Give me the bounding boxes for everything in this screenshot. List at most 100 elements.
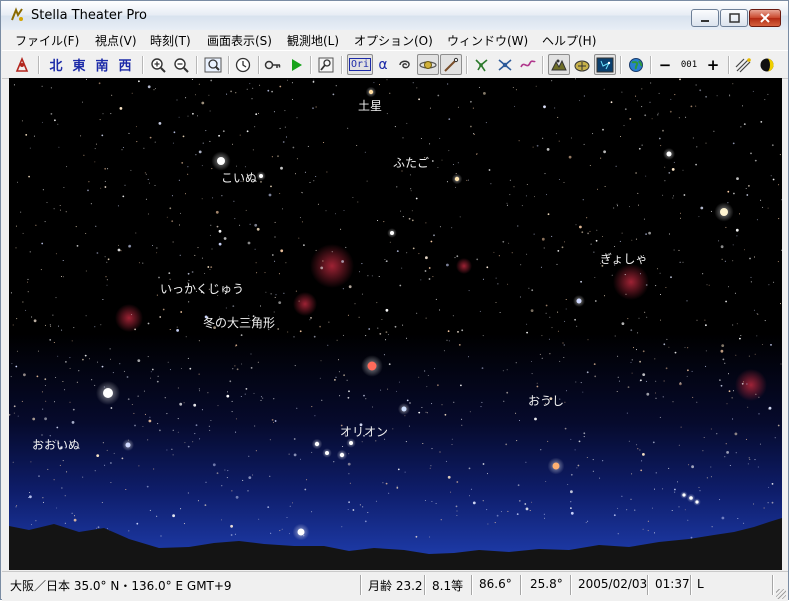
mag-increase-button[interactable]: + xyxy=(704,54,722,75)
label-auriga[interactable]: ぎょしゃ xyxy=(600,250,647,267)
direction-south-button[interactable]: 南 xyxy=(92,54,112,75)
asteroid-toggle[interactable] xyxy=(495,54,515,75)
star xyxy=(147,439,149,441)
star xyxy=(313,180,315,182)
label-saturn[interactable]: 土星 xyxy=(358,97,382,114)
find-object-button[interactable] xyxy=(316,54,336,75)
label-monoceros[interactable]: いっかくじゅう xyxy=(160,280,244,297)
menu-help[interactable]: ヘルプ(H) xyxy=(542,32,596,49)
star xyxy=(106,279,108,281)
star xyxy=(469,411,471,413)
star xyxy=(487,473,488,475)
star xyxy=(20,211,22,213)
horizon-toggle[interactable] xyxy=(548,54,570,75)
satellite-toggle[interactable] xyxy=(472,54,492,75)
star xyxy=(433,234,435,237)
star xyxy=(234,345,236,347)
maximize-button[interactable] xyxy=(720,9,748,27)
star xyxy=(56,426,59,429)
earth-view-button[interactable] xyxy=(626,54,646,75)
menu-display[interactable]: 画面表示(S) xyxy=(207,32,272,49)
star xyxy=(352,509,355,511)
label-gemini[interactable]: ふたご xyxy=(393,154,429,171)
star xyxy=(424,270,427,272)
minimize-button[interactable] xyxy=(691,9,719,27)
zoom-out-button[interactable] xyxy=(171,54,191,75)
star xyxy=(271,254,274,256)
star xyxy=(762,206,764,208)
zoom-in-button[interactable] xyxy=(148,54,168,75)
menu-location[interactable]: 観測地(L) xyxy=(287,32,339,49)
star xyxy=(29,495,32,499)
label-taurus[interactable]: おうし xyxy=(528,392,564,409)
clock-button[interactable] xyxy=(233,54,253,75)
star xyxy=(411,210,413,212)
sky-view[interactable]: 土星 こいぬ ふたご ぎょしゃ いっかくじゅう 冬の大三角形 おうし オリオン … xyxy=(9,78,782,570)
star xyxy=(429,107,431,109)
nebula-toggle[interactable] xyxy=(395,54,415,75)
direction-east-button[interactable]: 東 xyxy=(69,54,89,75)
turtle-toggle[interactable] xyxy=(571,54,593,75)
play-button[interactable] xyxy=(286,54,306,75)
star xyxy=(176,326,178,328)
star xyxy=(336,339,338,341)
star xyxy=(649,101,651,103)
meteor-toggle[interactable] xyxy=(733,54,755,75)
star xyxy=(559,360,561,362)
star xyxy=(451,444,453,445)
star xyxy=(313,335,316,338)
comet-toggle[interactable] xyxy=(440,54,462,75)
star xyxy=(780,303,781,305)
star-names-toggle[interactable]: α xyxy=(374,54,392,75)
milky-way-toggle[interactable] xyxy=(518,54,538,75)
star xyxy=(317,203,319,205)
label-orion[interactable]: オリオン xyxy=(340,423,388,440)
label-winter-triangle[interactable]: 冬の大三角形 xyxy=(203,314,275,331)
star xyxy=(421,407,423,408)
direction-north-button[interactable]: 北 xyxy=(46,54,66,75)
star xyxy=(95,143,97,145)
star xyxy=(149,416,151,418)
observer-button[interactable] xyxy=(12,54,32,75)
star xyxy=(658,137,661,140)
direction-west-button[interactable]: 西 xyxy=(115,54,135,75)
star xyxy=(759,443,761,445)
star xyxy=(37,350,39,352)
moon-phase-button[interactable] xyxy=(757,54,777,75)
constellation-toggle[interactable]: Ori xyxy=(347,54,373,75)
star xyxy=(678,117,680,119)
star xyxy=(97,526,100,529)
time-step-button[interactable] xyxy=(263,54,283,75)
star xyxy=(724,362,726,364)
label-canis-minor[interactable]: こいぬ xyxy=(221,169,257,186)
planet-toggle[interactable] xyxy=(417,54,439,75)
star-map-toggle[interactable] xyxy=(594,54,616,75)
menu-view[interactable]: 視点(V) xyxy=(95,32,137,49)
star xyxy=(137,359,141,362)
key-icon xyxy=(264,60,281,69)
star xyxy=(29,492,31,493)
star xyxy=(144,172,146,174)
star xyxy=(660,294,661,295)
star xyxy=(284,126,286,128)
menu-window[interactable]: ウィンドウ(W) xyxy=(447,32,528,49)
star xyxy=(62,460,64,462)
star xyxy=(405,441,407,443)
mag-decrease-button[interactable]: − xyxy=(656,54,674,75)
star xyxy=(280,166,283,170)
star xyxy=(631,473,633,475)
star xyxy=(104,167,107,170)
zoom-area-button[interactable] xyxy=(202,54,224,75)
star xyxy=(428,278,431,280)
menu-file[interactable]: ファイル(F) xyxy=(15,32,79,49)
close-button[interactable] xyxy=(749,9,781,27)
star xyxy=(296,407,298,409)
label-canis-major[interactable]: おおいぬ xyxy=(32,436,80,453)
star xyxy=(678,444,680,446)
star xyxy=(406,122,408,124)
menu-time[interactable]: 時刻(T) xyxy=(150,32,191,49)
nebula xyxy=(310,244,354,288)
toolbar: 北 東 南 西 Ori α − 001 + xyxy=(2,50,788,79)
resize-grip[interactable] xyxy=(776,589,786,599)
menu-options[interactable]: オプション(O) xyxy=(354,32,433,49)
